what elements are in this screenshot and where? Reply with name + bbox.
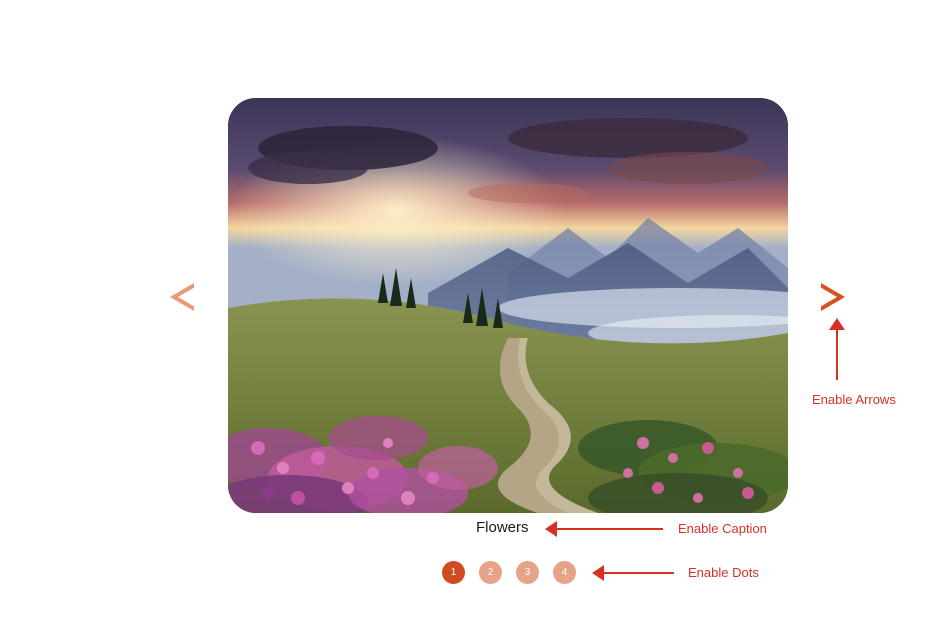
carousel-prev-arrow[interactable] <box>170 283 194 311</box>
carousel-dot-2[interactable]: 2 <box>479 561 502 584</box>
annotation-enable-dots: Enable Dots <box>688 565 759 580</box>
carousel-dot-3[interactable]: 3 <box>516 561 539 584</box>
annotation-arrow-line <box>553 528 663 530</box>
annotation-enable-arrows: Enable Arrows <box>812 392 896 407</box>
carousel-next-arrow[interactable] <box>821 283 845 311</box>
carousel-dot-1[interactable]: 1 <box>442 561 465 584</box>
annotation-arrow-line <box>836 324 838 380</box>
carousel-image <box>228 98 788 513</box>
carousel-dots: 1 2 3 4 <box>442 561 576 584</box>
annotation-enable-caption: Enable Caption <box>678 521 767 536</box>
carousel-dot-4[interactable]: 4 <box>553 561 576 584</box>
carousel-caption: Flowers <box>476 519 529 536</box>
annotation-arrow-line <box>600 572 674 574</box>
